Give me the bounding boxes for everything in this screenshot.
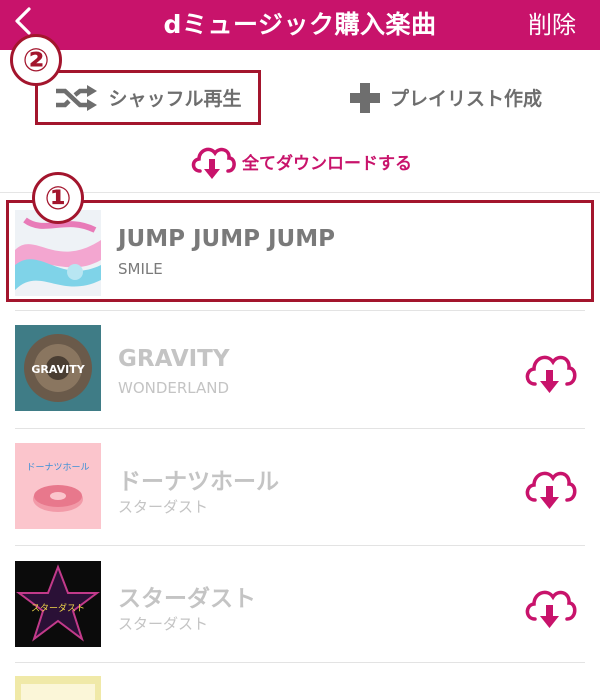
track-title: ドーナツホール	[118, 469, 279, 495]
download-all-label: 全てダウンロードする	[242, 153, 412, 174]
track-row[interactable]: スターダスト スターダスト スターダスト	[0, 547, 600, 663]
album-art-text: GRAVITY	[31, 363, 85, 376]
album-art: ドーナツホール	[15, 443, 101, 529]
track-download-button[interactable]	[522, 583, 578, 631]
row-divider	[15, 428, 585, 429]
album-art	[15, 676, 101, 700]
action-row: シャッフル再生 プレイリスト作成	[0, 50, 600, 145]
cloud-download-icon	[525, 355, 577, 393]
album-art-text: ドーナツホール	[26, 462, 89, 473]
annotation-badge-2: ②	[10, 34, 62, 86]
track-highlight-frame	[6, 200, 594, 302]
shuffle-play-label: シャッフル再生	[108, 88, 242, 110]
shuffle-play-button[interactable]: シャッフル再生	[35, 70, 261, 125]
track-artist: WONDERLAND	[118, 379, 230, 397]
cloud-download-icon	[525, 590, 577, 628]
create-playlist-button[interactable]: プレイリスト作成	[350, 75, 560, 120]
shuffle-icon	[56, 84, 98, 111]
track-row[interactable]: GRAVITY GRAVITY WONDERLAND	[0, 312, 600, 428]
track-title: GRAVITY	[118, 346, 230, 372]
track-artist: スターダスト	[118, 615, 209, 633]
track-row[interactable]: ドーナツホール ドーナツホール スターダスト	[0, 430, 600, 546]
annotation-badge-1: ①	[32, 172, 84, 224]
page-title: dミュージック購入楽曲	[163, 10, 437, 39]
app-header: dミュージック購入楽曲 削除	[0, 0, 600, 50]
album-art: スターダスト	[15, 561, 101, 647]
row-divider	[15, 310, 585, 311]
track-title: スターダスト	[118, 586, 256, 612]
cloud-download-icon	[525, 471, 577, 509]
download-all-button[interactable]: 全てダウンロードする	[0, 140, 600, 182]
create-playlist-label: プレイリスト作成	[390, 88, 543, 110]
album-art: GRAVITY	[15, 325, 101, 411]
row-divider	[15, 662, 585, 663]
section-divider	[0, 192, 600, 193]
track-download-button[interactable]	[522, 464, 578, 512]
track-artist: スターダスト	[118, 498, 209, 516]
plus-icon	[350, 82, 380, 113]
cloud-download-icon	[191, 147, 236, 179]
row-divider	[15, 545, 585, 546]
track-download-button[interactable]	[522, 348, 578, 396]
delete-button[interactable]: 削除	[528, 0, 576, 50]
album-art-text: スターダスト	[31, 602, 85, 614]
